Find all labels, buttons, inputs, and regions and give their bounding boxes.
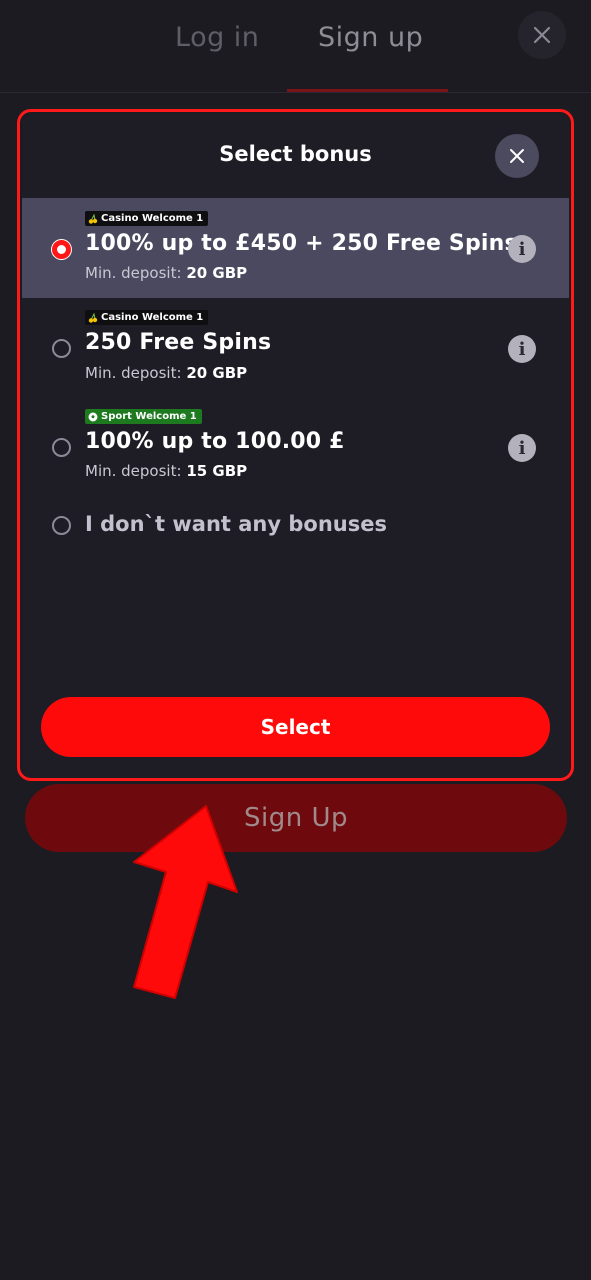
- highlight-frame: [17, 109, 574, 781]
- tab-signup[interactable]: Sign up: [318, 22, 423, 53]
- close-button[interactable]: [518, 11, 566, 59]
- auth-tab-bar: Log in Sign up: [0, 0, 591, 93]
- screen: Log in Sign up Sign Up Select bonus Casi…: [0, 0, 591, 1280]
- tab-login[interactable]: Log in: [175, 22, 259, 53]
- close-icon: [533, 26, 551, 44]
- sign-up-button[interactable]: Sign Up: [25, 784, 567, 852]
- active-tab-indicator: [287, 89, 448, 92]
